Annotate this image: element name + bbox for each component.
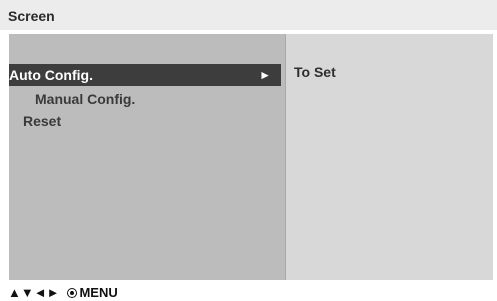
page-title: Screen (8, 8, 55, 24)
detail-pane: To Set (285, 34, 493, 280)
footer-help: ▲▼◄► MENU (8, 285, 120, 300)
menu-item-manual-config[interactable]: Manual Config. (9, 88, 281, 110)
menu-item-label: Manual Config. (35, 91, 136, 107)
menu-item-label: Auto Config. (9, 67, 93, 83)
menu-panel: Auto Config. ► Manual Config. Reset To S… (9, 34, 493, 280)
menu-list: Auto Config. ► Manual Config. Reset (9, 34, 284, 280)
menu-label: MENU (79, 285, 118, 300)
menu-item-reset[interactable]: Reset (9, 110, 281, 132)
right-arrow-icon: ► (259, 68, 271, 82)
nav-arrows-icon: ▲▼◄► (8, 285, 60, 300)
title-bar: Screen (0, 0, 497, 30)
menu-item-label: Reset (23, 113, 62, 129)
detail-text: To Set (294, 64, 336, 80)
ok-circle-icon (67, 288, 78, 298)
menu-item-auto-config[interactable]: Auto Config. ► (9, 64, 281, 86)
